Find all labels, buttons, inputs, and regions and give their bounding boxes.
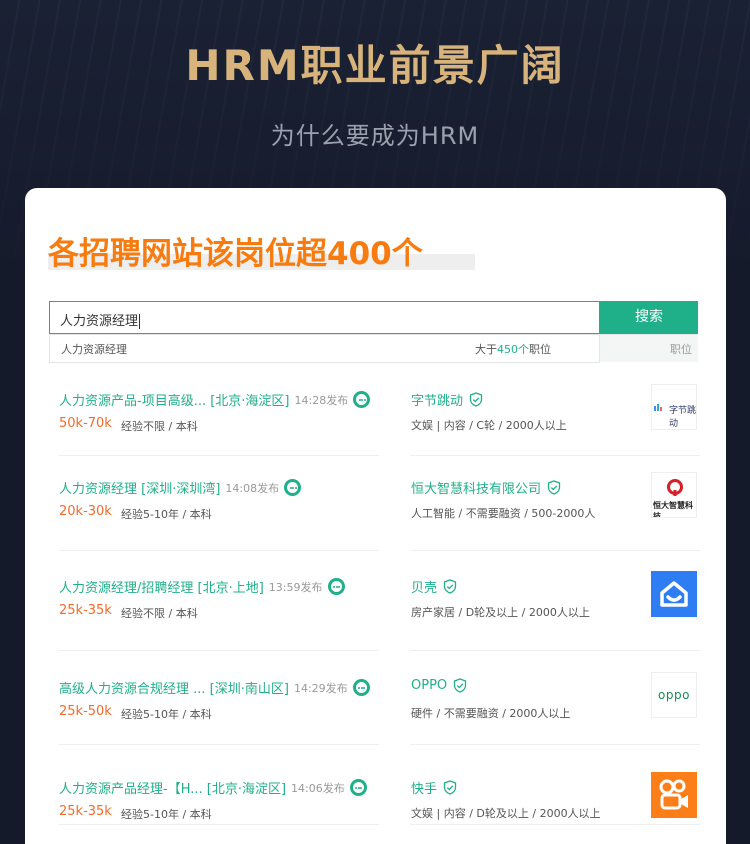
suggestion-term: 人力资源经理	[61, 343, 127, 356]
job-item[interactable]: 人力资源产品-项目高级... [北京·海淀区] 14:28发布 50k-70k …	[59, 384, 699, 480]
job-title[interactable]: 高级人力资源合规经理 ... [深圳·南山区]	[59, 678, 289, 697]
search-suggestions: 人力资源经理 大于450个职位 职位	[49, 334, 698, 363]
search-input-value: 人力资源经理	[60, 310, 141, 329]
suggestion-count: 大于450个职位	[475, 341, 551, 357]
job-item[interactable]: 人力资源产品经理-【H... [北京·海淀区] 14:06发布 25k-35k …	[59, 772, 699, 844]
job-post-time: 14:08发布	[225, 481, 280, 495]
verified-shield-icon	[454, 678, 467, 693]
job-item[interactable]: 高级人力资源合规经理 ... [深圳·南山区] 14:29发布 25k-50k …	[59, 672, 699, 768]
company-logo-evergrande[interactable]: 恒大智慧科技	[651, 472, 697, 518]
suggestion-type: 职位	[670, 343, 692, 356]
job-title-row: 人力资源产品-项目高级... [北京·海淀区] 14:28发布	[59, 390, 371, 409]
row-divider	[410, 650, 700, 651]
company-info: 文娱 | 内容 / D轮及以上 / 2000人以上	[411, 807, 601, 820]
job-post-time: 14:06发布	[291, 781, 345, 795]
company-name-row: 快手	[411, 778, 457, 797]
evergrande-logo-icon	[667, 479, 683, 496]
logo-text: oppo	[658, 688, 690, 702]
company-name[interactable]: 快手	[411, 778, 437, 797]
count-prefix: 大于	[475, 343, 497, 356]
job-salary: 25k-50k	[59, 704, 112, 719]
count-value: 450个	[497, 343, 529, 356]
chat-icon[interactable]	[349, 779, 367, 796]
company-logo-kuaishou[interactable]	[651, 772, 697, 818]
row-divider	[410, 824, 700, 825]
job-post-time: 13:59发布	[268, 580, 323, 594]
job-title-row: 人力资源经理/招聘经理 [北京·上地] 13:59发布	[59, 577, 345, 596]
job-item[interactable]: 人力资源经理/招聘经理 [北京·上地] 13:59发布 25k-35k 经验不限…	[59, 571, 699, 667]
verified-shield-icon	[469, 392, 483, 407]
company-name[interactable]: 字节跳动	[411, 390, 463, 409]
company-name-row: 贝壳	[411, 577, 457, 596]
company-name-row: 恒大智慧科技有限公司	[411, 478, 561, 497]
company-logo-oppo[interactable]: oppo	[651, 672, 697, 718]
job-title[interactable]: 人力资源经理/招聘经理 [北京·上地]	[59, 577, 264, 596]
logo-text: 恒大智慧科技	[653, 501, 693, 518]
search-input[interactable]: 人力资源经理	[49, 301, 600, 334]
verified-shield-icon	[547, 480, 561, 495]
row-divider	[410, 455, 700, 456]
company-info: 房产家居 / D轮及以上 / 2000人以上	[411, 606, 590, 619]
company-info: 硬件 / 不需要融资 / 2000人以上	[411, 707, 571, 720]
section-heading: 各招聘网站该岗位超400个	[48, 236, 423, 272]
heading-block: 各招聘网站该岗位超400个	[48, 228, 475, 273]
job-title[interactable]: 人力资源产品经理-【H... [北京·海淀区]	[59, 778, 286, 797]
job-item[interactable]: 人力资源经理 [深圳·深圳湾] 14:08发布 20k-30k 经验5-10年 …	[59, 472, 699, 568]
company-info: 文娱 | 内容 / C轮 / 2000人以上	[411, 419, 567, 432]
verified-shield-icon	[443, 579, 457, 594]
job-title[interactable]: 人力资源产品-项目高级... [北京·海淀区]	[59, 390, 290, 409]
job-title-row: 高级人力资源合规经理 ... [深圳·南山区] 14:29发布	[59, 678, 370, 697]
job-salary: 25k-35k	[59, 603, 112, 618]
verified-shield-icon	[443, 780, 457, 795]
content-card: 各招聘网站该岗位超400个 人力资源经理 搜索 人力资源经理 大于450个职位 …	[25, 188, 726, 844]
job-requirements: 经验5-10年 / 本科	[121, 708, 212, 721]
job-salary: 20k-30k	[59, 504, 112, 519]
row-divider	[59, 744, 379, 745]
chat-icon[interactable]	[284, 479, 302, 496]
job-requirements: 经验不限 / 本科	[121, 420, 198, 433]
row-divider	[59, 455, 379, 456]
job-title-row: 人力资源经理 [深圳·深圳湾] 14:08发布	[59, 478, 302, 497]
job-title[interactable]: 人力资源经理 [深圳·深圳湾]	[59, 478, 220, 497]
company-name-row: 字节跳动	[411, 390, 483, 409]
chat-icon[interactable]	[352, 679, 370, 696]
row-divider	[59, 550, 379, 551]
job-post-time: 14:29发布	[293, 681, 348, 695]
company-name-row: OPPO	[411, 678, 467, 693]
job-requirements: 经验5-10年 / 本科	[121, 808, 212, 821]
row-divider	[59, 824, 379, 825]
row-divider	[410, 744, 700, 745]
job-requirements: 经验不限 / 本科	[121, 607, 198, 620]
job-title-row: 人力资源产品经理-【H... [北京·海淀区] 14:06发布	[59, 778, 367, 797]
logo-text: 字节跳动	[669, 406, 697, 429]
suggestion-item[interactable]: 人力资源经理 大于450个职位	[49, 335, 600, 363]
company-info: 人工智能 / 不需要融资 / 500-2000人	[411, 507, 596, 520]
job-post-time: 14:28发布	[294, 393, 349, 407]
count-suffix: 职位	[529, 343, 551, 356]
row-divider	[59, 650, 379, 651]
row-divider	[410, 550, 700, 551]
company-name[interactable]: OPPO	[411, 678, 447, 693]
job-salary: 50k-70k	[59, 416, 112, 431]
search-text: 人力资源经理	[60, 314, 139, 329]
company-name[interactable]: 贝壳	[411, 577, 437, 596]
search-button[interactable]: 搜索	[600, 301, 698, 334]
job-requirements: 经验5-10年 / 本科	[121, 508, 212, 521]
chat-icon[interactable]	[327, 578, 345, 595]
page-title: HRM职业前景广阔	[185, 41, 565, 90]
page-subtitle: 为什么要成为HRM	[270, 122, 480, 150]
chat-icon[interactable]	[353, 391, 371, 408]
company-logo-bytedance[interactable]: 字节跳动	[651, 384, 697, 430]
beike-house-icon	[660, 581, 688, 607]
text-caret	[139, 314, 141, 329]
company-logo-beike[interactable]	[651, 571, 697, 617]
kuaishou-camera-icon	[659, 779, 688, 810]
job-salary: 25k-35k	[59, 804, 112, 819]
company-name[interactable]: 恒大智慧科技有限公司	[411, 478, 541, 497]
